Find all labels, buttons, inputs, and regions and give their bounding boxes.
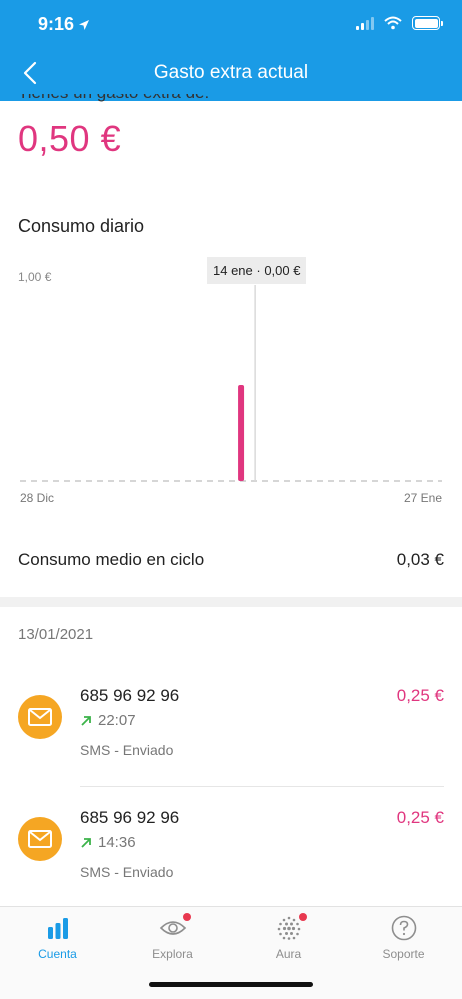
question-icon (389, 913, 419, 943)
status-time-text: 9:16 (38, 14, 75, 34)
transaction-type: SMS - Enviado (80, 742, 174, 758)
extra-spend-amount: 0,50 € (18, 118, 122, 159)
top-bar: 9:16 Gasto extra actual (0, 0, 462, 101)
status-time: 9:16 (38, 14, 90, 35)
chart-tooltip: 14 ene · 0,00 € (207, 257, 307, 284)
transaction-number: 685 96 92 96 (80, 686, 180, 705)
tab-soporte[interactable]: Soporte (346, 913, 461, 965)
sms-icon (18, 817, 62, 861)
dots-sphere-icon (274, 913, 307, 943)
signal-icon (356, 16, 374, 30)
envelope-icon (28, 830, 52, 848)
tab-aura[interactable]: Aura (231, 913, 346, 965)
x-axis-start-label: 28 Dic (20, 491, 55, 505)
bar-chart-icon (43, 913, 73, 943)
envelope-icon (28, 708, 52, 726)
location-arrow-icon (79, 19, 90, 30)
average-value: 0,03 € (396, 550, 444, 569)
tab-label: Aura (275, 947, 302, 961)
sms-icon (18, 695, 62, 739)
notification-badge (298, 913, 307, 921)
wifi-icon (384, 16, 402, 30)
battery-icon (412, 16, 443, 30)
section-divider (0, 597, 462, 607)
daily-consumption-title: Consumo diario (18, 216, 145, 236)
transaction-row[interactable]: 685 96 92 96 14:36 SMS - Enviado 0,25 € (0, 797, 462, 909)
daily-consumption-chart[interactable]: 1,00 € 14 ene · 0,00 € 28 Dic 27 Ene (0, 255, 462, 515)
x-axis-end-label: 27 Ene (403, 491, 442, 505)
transaction-type: SMS - Enviado (80, 864, 174, 880)
outgoing-arrow-icon (81, 715, 91, 726)
outgoing-arrow-icon (81, 837, 91, 848)
average-label: Consumo medio en ciclo (18, 550, 205, 569)
eye-icon (158, 913, 191, 943)
chart-canvas (20, 285, 442, 482)
transaction-time-text: 22:07 (98, 712, 136, 729)
transaction-amount: 0,25 € (396, 808, 444, 827)
tab-label: Soporte (382, 947, 425, 961)
tab-explora[interactable]: Explora (115, 913, 230, 965)
transaction-amount: 0,25 € (396, 686, 444, 705)
chart-bar[interactable] (238, 384, 245, 481)
y-axis-max-label: 1,00 € (18, 270, 52, 284)
transaction-number: 685 96 92 96 (80, 808, 180, 827)
tab-label: Cuenta (38, 947, 77, 961)
home-indicator (149, 982, 313, 987)
transaction-time: 14:36 (80, 834, 136, 851)
tab-label: Explora (152, 947, 193, 961)
transaction-time: 22:07 (80, 712, 136, 729)
tab-cuenta[interactable]: Cuenta (0, 913, 115, 965)
page-title: Gasto extra actual (153, 62, 309, 83)
row-divider (80, 786, 444, 787)
notification-badge (182, 913, 191, 921)
transactions-date: 13/01/2021 (18, 626, 94, 643)
transaction-time-text: 14:36 (98, 834, 136, 851)
status-indicators (356, 16, 443, 30)
transaction-row[interactable]: 685 96 92 96 22:07 SMS - Enviado 0,25 € (0, 675, 462, 787)
average-consumption-row: Consumo medio en ciclo 0,03 € (18, 550, 444, 570)
